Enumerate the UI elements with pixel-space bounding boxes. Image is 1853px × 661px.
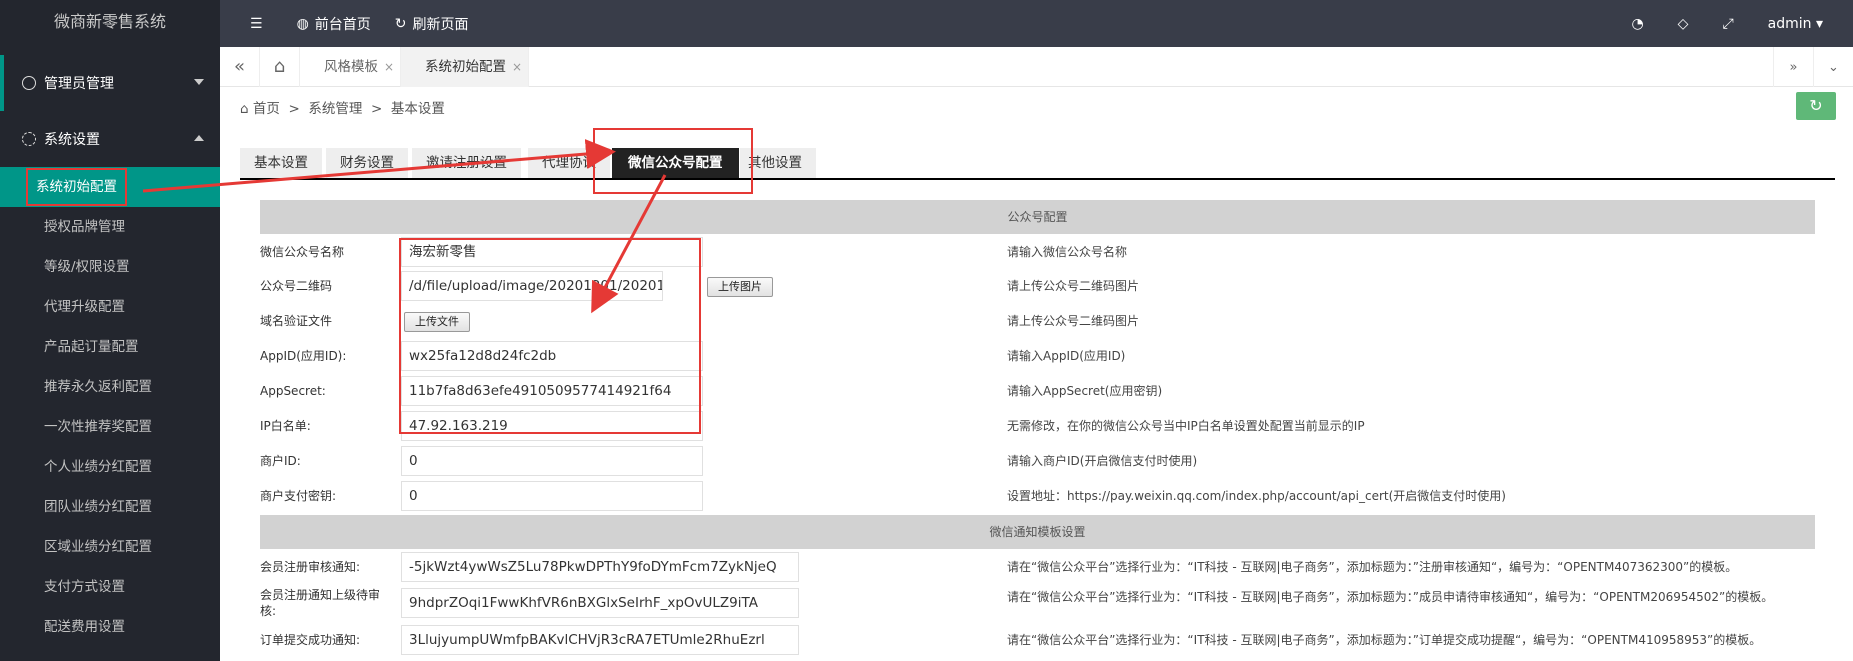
annotation-arrows: [142, 139, 667, 314]
arrow-to-tab: [142, 139, 616, 193]
arrow-to-fields: [591, 174, 667, 314]
